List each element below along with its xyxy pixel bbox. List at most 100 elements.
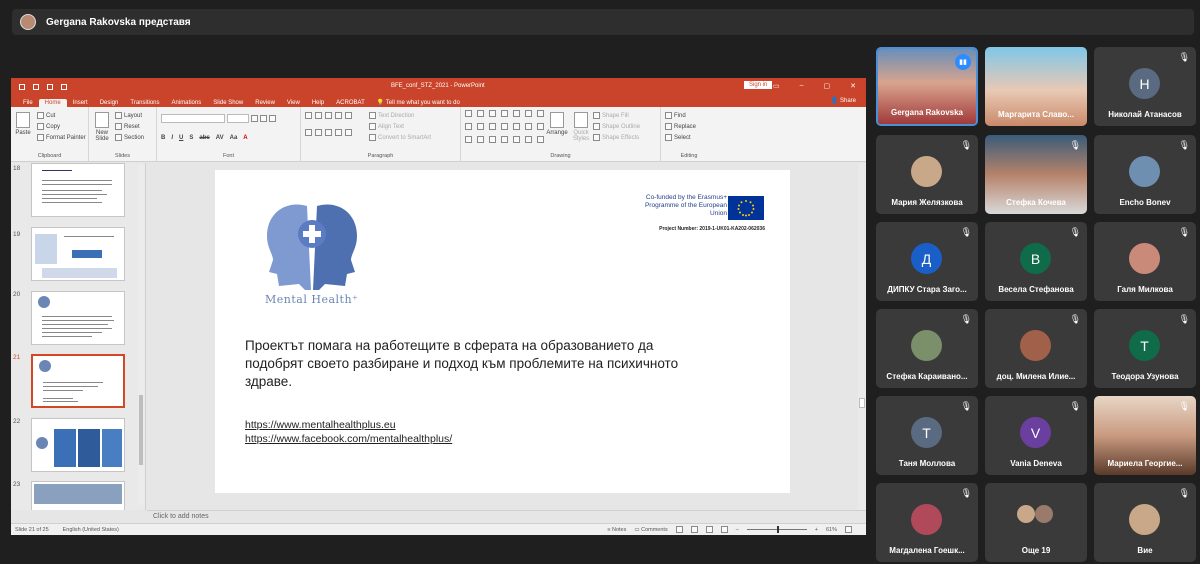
- slide-thumbnail[interactable]: [31, 481, 125, 510]
- align-right-icon[interactable]: [325, 129, 332, 136]
- shape-icon[interactable]: [489, 136, 496, 143]
- participant-tile[interactable]: 🎙 Галя Милкова: [1094, 222, 1196, 301]
- shape-icon[interactable]: [513, 123, 520, 130]
- share-button[interactable]: 👤 Share: [831, 97, 856, 104]
- ribbon-display-icon[interactable]: ▭: [773, 82, 780, 90]
- shape-icon[interactable]: [513, 110, 520, 117]
- tab-review[interactable]: Review: [249, 99, 281, 107]
- replace-button[interactable]: Replace: [665, 121, 713, 132]
- italic-icon[interactable]: I: [171, 135, 173, 141]
- font-grow-icon[interactable]: [251, 115, 258, 122]
- participant-tile[interactable]: Маргарита Славо...: [985, 47, 1087, 126]
- tell-me-search[interactable]: 💡 Tell me what you want to do: [371, 98, 466, 107]
- shape-icon[interactable]: [537, 110, 544, 117]
- tab-insert[interactable]: Insert: [67, 99, 94, 107]
- present-icon[interactable]: [61, 83, 67, 90]
- copy-button[interactable]: Copy: [37, 121, 86, 132]
- facebook-link[interactable]: https://www.facebook.com/mentalhealthplu…: [245, 433, 452, 445]
- editor-scrollbar-thumb[interactable]: [859, 398, 865, 408]
- participant-tile[interactable]: 🎙 В Весела Стефанова: [985, 222, 1087, 301]
- participant-tile[interactable]: 🎙 доц. Милена Илие...: [985, 309, 1087, 388]
- tab-file[interactable]: File: [17, 99, 39, 107]
- close-icon[interactable]: ✕: [850, 82, 856, 90]
- align-center-icon[interactable]: [315, 129, 322, 136]
- shape-icon[interactable]: [525, 110, 532, 117]
- tab-animations[interactable]: Animations: [166, 99, 208, 107]
- align-text-button[interactable]: Align Text: [369, 121, 431, 132]
- tab-design[interactable]: Design: [94, 99, 125, 107]
- shadow-icon[interactable]: S: [189, 135, 193, 141]
- tab-home[interactable]: Home: [38, 99, 67, 107]
- slide-thumbnail[interactable]: [31, 418, 125, 472]
- participant-tile[interactable]: 🎙 Т Таня Моллова: [876, 396, 978, 475]
- zoom-in-icon[interactable]: +: [815, 527, 818, 533]
- participant-tile[interactable]: ▮▮ Gergana Rakovska: [876, 47, 978, 126]
- language-indicator[interactable]: English (United States): [63, 527, 119, 533]
- tab-acrobat[interactable]: ACROBAT: [330, 99, 371, 107]
- minimize-icon[interactable]: –: [800, 82, 804, 90]
- line-spacing-icon[interactable]: [345, 112, 352, 119]
- website-link[interactable]: https://www.mentalhealthplus.eu: [245, 419, 396, 431]
- shape-icon[interactable]: [465, 136, 472, 143]
- font-size-dropdown[interactable]: [227, 114, 249, 123]
- zoom-level[interactable]: 61%: [826, 527, 837, 533]
- font-shrink-icon[interactable]: [260, 115, 267, 122]
- arrange-button[interactable]: Arrange: [545, 110, 569, 136]
- font-color-icon[interactable]: A: [243, 135, 247, 141]
- format-painter-button[interactable]: Format Painter: [37, 132, 86, 143]
- shape-icon[interactable]: [477, 136, 484, 143]
- editor-scrollbar[interactable]: [858, 163, 866, 510]
- shape-effects-button[interactable]: Shape Effects: [593, 132, 640, 143]
- participant-tile[interactable]: 🎙 Мариела Георгие...: [1094, 396, 1196, 475]
- align-left-icon[interactable]: [305, 129, 312, 136]
- save-icon[interactable]: [19, 83, 25, 90]
- spacing-icon[interactable]: AV: [216, 135, 224, 141]
- quick-styles-button[interactable]: Quick Styles: [571, 110, 591, 142]
- shape-icon[interactable]: [489, 123, 496, 130]
- shape-icon[interactable]: [537, 136, 544, 143]
- shape-icon[interactable]: [525, 136, 532, 143]
- strike-icon[interactable]: abc: [199, 135, 209, 141]
- shape-icon[interactable]: [525, 123, 532, 130]
- text-direction-button[interactable]: Text Direction: [369, 110, 431, 121]
- bullets-icon[interactable]: [305, 112, 312, 119]
- participant-tile[interactable]: 🎙 V Vania Deneva: [985, 396, 1087, 475]
- shape-icon[interactable]: [537, 123, 544, 130]
- zoom-slider[interactable]: [746, 526, 807, 533]
- shape-icon[interactable]: [501, 123, 508, 130]
- shape-icon[interactable]: [513, 136, 520, 143]
- participant-tile[interactable]: 🎙 Стефка Кочева: [985, 135, 1087, 214]
- new-slide-button[interactable]: New Slide: [93, 110, 111, 142]
- slide-sorter-icon[interactable]: [690, 526, 698, 533]
- participant-tile[interactable]: 🎙 Мария Желязкова: [876, 135, 978, 214]
- underline-icon[interactable]: U: [179, 135, 183, 141]
- maximize-icon[interactable]: ▢: [824, 82, 831, 90]
- cut-button[interactable]: Cut: [37, 110, 86, 121]
- tab-help[interactable]: Help: [306, 99, 330, 107]
- font-name-dropdown[interactable]: [161, 114, 225, 123]
- shape-icon[interactable]: [477, 123, 484, 130]
- slide-thumbnail-selected[interactable]: [31, 354, 125, 408]
- undo-icon[interactable]: [33, 83, 39, 90]
- shape-icon[interactable]: [477, 110, 484, 117]
- section-button[interactable]: Section: [115, 132, 144, 143]
- shape-icon[interactable]: [501, 110, 508, 117]
- more-participants-tile[interactable]: Още 19: [985, 483, 1087, 562]
- fit-slide-icon[interactable]: [845, 526, 852, 533]
- select-button[interactable]: Select: [665, 132, 713, 143]
- shape-icon[interactable]: [501, 136, 508, 143]
- layout-button[interactable]: Layout: [115, 110, 144, 121]
- justify-icon[interactable]: [335, 129, 342, 136]
- participant-tile[interactable]: 🎙 Магдалена Гоешк...: [876, 483, 978, 562]
- tab-view[interactable]: View: [281, 99, 306, 107]
- shape-outline-button[interactable]: Shape Outline: [593, 121, 640, 132]
- scrollbar-thumb[interactable]: [139, 395, 143, 465]
- numbering-icon[interactable]: [315, 112, 322, 119]
- zoom-out-icon[interactable]: –: [736, 527, 739, 533]
- paste-button[interactable]: Paste: [15, 110, 31, 136]
- zoom-slider-thumb[interactable]: [776, 526, 779, 533]
- tab-slide-show[interactable]: Slide Show: [207, 99, 249, 107]
- bold-icon[interactable]: B: [161, 135, 165, 141]
- redo-icon[interactable]: [47, 83, 53, 90]
- comments-button[interactable]: ▭ Comments: [634, 527, 667, 533]
